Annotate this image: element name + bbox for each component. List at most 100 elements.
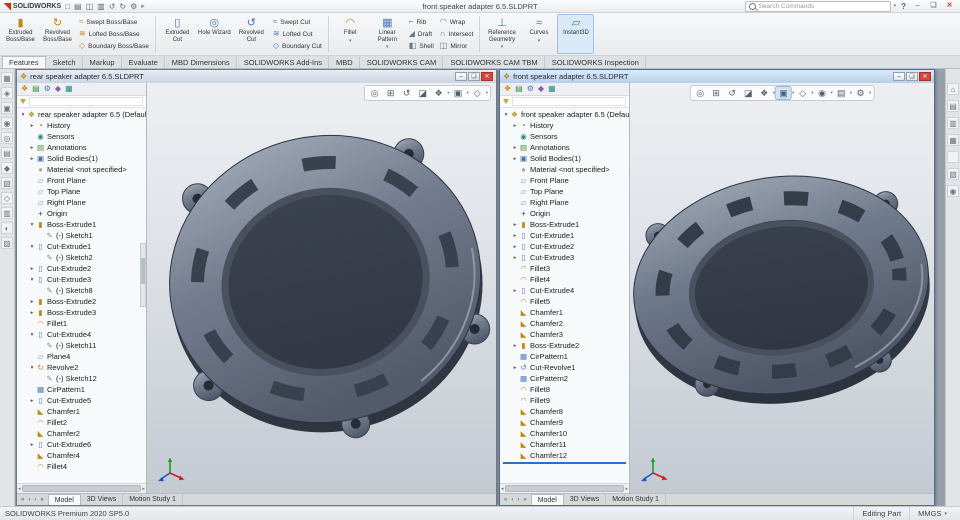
dropdown-arrow-icon[interactable]: ▾ (811, 90, 813, 96)
tree-item-boss-extrude2[interactable]: ▸ Boss-Extrude2 (500, 340, 629, 351)
swept-cut-button[interactable]: Swept Cut (273, 17, 322, 28)
boundary-cut-button[interactable]: Boundary Cut (273, 41, 322, 52)
tree-vertical-scrollbar[interactable] (140, 243, 146, 307)
display-style-icon[interactable]: ▣ (450, 87, 465, 99)
tree-item-cut-extrude4[interactable]: ▸ Cut-Extrude4 (500, 285, 629, 296)
tab-mbd-dimensions[interactable]: MBD Dimensions (165, 56, 237, 68)
tab-scroll-first-icon[interactable]: « (19, 497, 26, 503)
tab-evaluate[interactable]: Evaluate (122, 56, 165, 68)
expand-arrow-icon[interactable]: ▸ (511, 343, 519, 349)
tree-item-history[interactable]: ▸ History (500, 120, 629, 131)
tree-item-top-plane[interactable]: Top Plane (500, 186, 629, 197)
doc-tab-motion-study-1[interactable]: Motion Study 1 (123, 494, 183, 505)
expand-arrow-icon[interactable]: ▸ (511, 288, 519, 294)
dropdown-arrow-icon[interactable]: ▾ (831, 90, 833, 96)
previous-view-icon[interactable]: ↺ (725, 87, 740, 99)
tree-item-material-not-specified[interactable]: Material <not specified> (17, 164, 146, 175)
tree-item-cirpattern1[interactable]: CirPattern1 (500, 351, 629, 362)
tree-item-fillet1[interactable]: Fillet1 (17, 318, 146, 329)
tree-item-cut-extrude3[interactable]: ▾ Cut-Extrude3 (17, 274, 146, 285)
rollback-bar[interactable] (503, 462, 626, 464)
tree-item-sketch12[interactable]: (-) Sketch12 (17, 373, 146, 384)
expand-arrow-icon[interactable]: ▾ (28, 365, 36, 371)
tree-item-chamfer1[interactable]: Chamfer1 (17, 406, 146, 417)
display-style-icon[interactable]: ▣ (774, 86, 792, 100)
hide-show-items-icon[interactable]: ◇ (470, 87, 485, 99)
tree-item-front-plane[interactable]: Front Plane (17, 175, 146, 186)
tree-item-chamfer8[interactable]: Chamfer8 (500, 406, 629, 417)
tree-item-chamfer9[interactable]: Chamfer9 (500, 417, 629, 428)
expand-arrow-icon[interactable]: ▸ (28, 123, 36, 129)
doc-minimize-button[interactable]: – (455, 72, 467, 81)
tree-item-top-plane[interactable]: Top Plane (17, 186, 146, 197)
doc-tab-3d-views[interactable]: 3D Views (81, 494, 124, 505)
tab-solidworks-add-ins[interactable]: SOLIDWORKS Add-Ins (237, 56, 330, 68)
app-minimize-button[interactable]: – (911, 1, 924, 11)
tree-item-cut-extrude2[interactable]: ▸ Cut-Extrude2 (17, 263, 146, 274)
tree-item-annotations[interactable]: ▸ Annotations (500, 142, 629, 153)
dropdown-arrow-icon[interactable]: ▾ (486, 90, 488, 96)
zoom-area-icon[interactable]: ⊞ (383, 87, 398, 99)
tree-item-origin[interactable]: Origin (500, 208, 629, 219)
tree-item-right-plane[interactable]: Right Plane (17, 197, 146, 208)
open-icon[interactable]: ▤ (73, 1, 83, 12)
configurationmanager-tab[interactable]: ⚙ (44, 83, 51, 95)
doc-close-button[interactable]: ✕ (919, 72, 931, 81)
expand-arrow-icon[interactable]: ▸ (28, 266, 36, 272)
featuremanager-filter[interactable] (500, 96, 629, 108)
tree-item-right-plane[interactable]: Right Plane (500, 197, 629, 208)
zoom-fit-icon[interactable]: ◎ (367, 87, 382, 99)
dropdown-arrow-icon[interactable]: ▾ (850, 90, 852, 96)
print-icon[interactable]: ▥ (96, 1, 106, 12)
tree-item-annotations[interactable]: ▸ Annotations (17, 142, 146, 153)
mirror-button[interactable]: Mirror (440, 41, 474, 52)
new-icon[interactable]: □ (64, 1, 71, 12)
tab-scroll-last-icon[interactable]: » (521, 497, 528, 503)
dropdown-arrow-icon[interactable]: ▾ (792, 90, 794, 96)
tree-item-sketch2[interactable]: (-) Sketch2 (17, 252, 146, 263)
expand-arrow-icon[interactable]: ▸ (511, 123, 519, 129)
expand-arrow-icon[interactable]: ▾ (28, 277, 36, 283)
view-orientation-icon[interactable]: ❖ (757, 87, 772, 99)
tree-item-history[interactable]: ▸ History (17, 120, 146, 131)
expand-arrow-icon[interactable]: ▸ (28, 398, 36, 404)
tab-markup[interactable]: Markup (83, 56, 122, 68)
front-adapter-3d-model[interactable] (630, 135, 932, 437)
tree-item-chamfer1[interactable]: Chamfer1 (500, 307, 629, 318)
doc-tab-3d-views[interactable]: 3D Views (564, 494, 607, 505)
extruded-cut-button[interactable]: Extruded Cut (159, 14, 196, 54)
tree-item-sketch1[interactable]: (-) Sketch1 (17, 230, 146, 241)
lofted-boss-base-button[interactable]: Lofted Boss/Base (79, 29, 149, 40)
hole-wizard-button[interactable]: Hole Wizard (196, 14, 233, 54)
expand-arrow-icon[interactable]: ▸ (28, 145, 36, 151)
tree-item-fillet4[interactable]: Fillet4 (500, 274, 629, 285)
undo-icon[interactable]: ↺ (108, 1, 117, 12)
units-selector[interactable]: MMGS ▾ (909, 507, 955, 520)
app-close-button[interactable]: ✕ (943, 1, 956, 11)
dimxpertmanager-tab[interactable]: ◆ (55, 83, 61, 95)
doc-tab-model[interactable]: Model (47, 494, 81, 505)
expand-arrow-icon[interactable]: ▸ (511, 222, 519, 228)
tree-item-sensors[interactable]: Sensors (500, 131, 629, 142)
tree-root-item[interactable]: ▾ front speaker adapter 6.5 (Default<<D..… (500, 109, 629, 120)
appearances-icon[interactable]: ◉ (815, 87, 830, 99)
search-dropdown-icon[interactable]: ▾ (894, 3, 897, 9)
design-library-icon[interactable]: ▤ (947, 100, 959, 112)
forum-icon[interactable]: ◉ (947, 185, 959, 197)
toolbar-icon-8[interactable]: ▧ (1, 177, 13, 189)
intersect-button[interactable]: Intersect (440, 29, 474, 40)
propertymanager-tab[interactable]: ▤ (515, 83, 523, 95)
scrollbar-thumb[interactable] (21, 485, 142, 492)
scroll-right-icon[interactable]: ▸ (142, 486, 145, 492)
tree-item-plane4[interactable]: Plane4 (17, 351, 146, 362)
rib-button[interactable]: Rib (409, 17, 434, 28)
tree-item-fillet5[interactable]: Fillet5 (500, 296, 629, 307)
expand-arrow-icon[interactable]: ▸ (511, 255, 519, 261)
scroll-left-icon[interactable]: ◂ (501, 486, 504, 492)
tree-item-chamfer11[interactable]: Chamfer11 (500, 439, 629, 450)
expand-arrow-icon[interactable]: ▸ (28, 310, 36, 316)
expand-arrow-icon[interactable]: ▸ (511, 244, 519, 250)
scene-icon[interactable]: ▤ (834, 87, 849, 99)
tree-item-fillet9[interactable]: Fillet9 (500, 395, 629, 406)
tree-item-chamfer3[interactable]: Chamfer3 (500, 329, 629, 340)
